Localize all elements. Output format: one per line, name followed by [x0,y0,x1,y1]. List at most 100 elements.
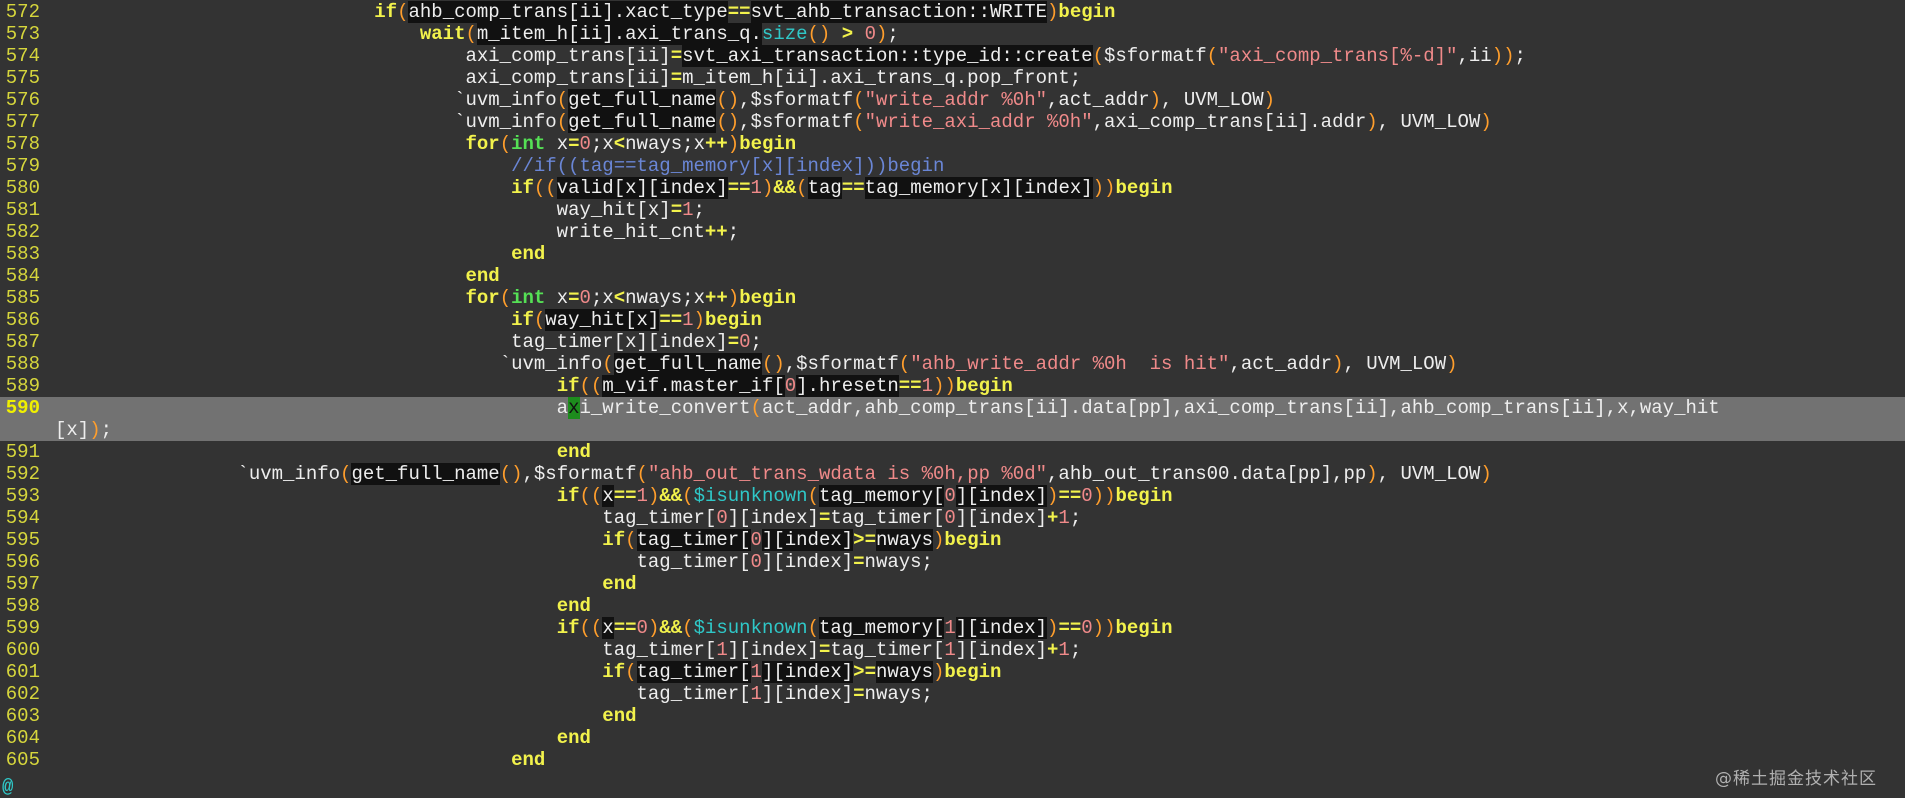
code-token: ( [499,287,512,309]
code-line[interactable]: 588 `uvm_info(get_full_name(),$sformatf(… [0,353,1905,375]
code-text: //if((tag==tag_memory[x][index]))begin [55,155,944,177]
line-number: 602 [5,683,40,705]
code-token: for [465,133,500,155]
code-token: `uvm_info [55,463,341,485]
code-line[interactable]: 573 wait(m_item_h[ii].axi_trans_q.size()… [0,23,1905,45]
code-token: ( [796,177,808,199]
code-line[interactable]: 593 if((x==1)&&($isunknown(tag_memory[0]… [0,485,1905,507]
code-token: ) [1047,1,1059,23]
code-text: `uvm_info(get_full_name(),$sformatf("ahb… [55,353,1458,375]
code-line[interactable]: 577 `uvm_info(get_full_name(),$sformatf(… [0,111,1905,133]
code-line[interactable]: 574 axi_comp_trans[ii]=svt_axi_transacti… [0,45,1905,67]
code-line[interactable]: 591 end [0,441,1905,463]
code-token: 1 [682,309,694,331]
code-line[interactable]: 597 end [0,573,1905,595]
code-token: m_item_h[ii].axi_trans_q.pop_front; [682,67,1082,89]
code-token: == [727,177,751,199]
code-token: = [568,133,580,155]
code-line[interactable]: 603 end [0,705,1905,727]
line-number: 599 [5,617,40,639]
code-line[interactable]: 586 if(way_hit[x]==1)begin [0,309,1905,331]
code-token: 0 [864,23,876,45]
code-line[interactable]: 583 end [0,243,1905,265]
code-line[interactable]: 596 tag_timer[0][index]=nways; [0,551,1905,573]
code-editor[interactable]: 572 if(ahb_comp_trans[ii].xact_type==svt… [0,0,1905,776]
code-line[interactable]: 572 if(ahb_comp_trans[ii].xact_type==svt… [0,1,1905,23]
code-line[interactable]: 592 `uvm_info(get_full_name(),$sformatf(… [0,463,1905,485]
code-token: ) [1263,89,1276,111]
code-token: begin [944,529,1002,551]
code-line[interactable]: 602 tag_timer[1][index]=nways; [0,683,1905,705]
code-token: 1 [944,617,956,639]
line-number: 593 [5,485,40,507]
code-token: way_hit[x] [545,309,660,331]
code-token: (( [579,485,603,507]
code-line[interactable]: 575 axi_comp_trans[ii]=m_item_h[ii].axi_… [0,67,1905,89]
code-line[interactable]: 595 if(tag_timer[0][index]>=nways)begin [0,529,1905,551]
code-line[interactable]: 600 tag_timer[1][index]=tag_timer[1][ind… [0,639,1905,661]
code-token: 0 [1081,485,1093,507]
code-line[interactable]: 604 end [0,727,1905,749]
code-line[interactable]: 605 end [0,749,1905,771]
code-token: ,$sformatf [739,111,854,133]
code-token: == [1058,485,1082,507]
line-number: 600 [5,639,40,661]
code-line[interactable]: 581 way_hit[x]=1; [0,199,1905,221]
code-token: ( [556,89,569,111]
code-token: ,ahb_out_trans00.data[pp],pp [1047,463,1367,485]
code-token: ][index] [761,551,854,573]
code-line[interactable]: 598 end [0,595,1905,617]
code-token: if [556,485,580,507]
code-line[interactable]: 594 tag_timer[0][index]=tag_timer[0][ind… [0,507,1905,529]
code-line[interactable]: 580 if((valid[x][index]==1)&&(tag==tag_m… [0,177,1905,199]
code-token: nways; [864,551,933,573]
code-token: x [602,485,614,507]
code-token: ( [1206,45,1219,67]
code-token: end [556,441,591,463]
code-token: 0 [784,375,797,397]
code-line[interactable]: 582 write_hit_cnt++; [0,221,1905,243]
code-token: ][index] [761,529,854,551]
code-token: )) [1092,485,1116,507]
code-line[interactable]: 587 tag_timer[x][index]=0; [0,331,1905,353]
code-token: ( [397,1,409,23]
code-token: ( [602,353,614,375]
code-token: [x] [55,419,90,441]
code-token: ) [1047,485,1059,507]
line-number: 576 [5,89,40,111]
code-line[interactable]: 599 if((x==0)&&($isunknown(tag_memory[1]… [0,617,1905,639]
code-token: ) [875,23,888,45]
code-text: end [55,595,591,617]
code-token: ( [853,89,865,111]
code-text: end [55,243,545,265]
line-number: 575 [5,67,40,89]
code-token: ( [340,463,352,485]
code-line[interactable]: 601 if(tag_timer[1][index]>=nways)begin [0,661,1905,683]
code-line[interactable]: 584 end [0,265,1905,287]
code-line[interactable]: 585 for(int x=0;x<nways;x++)begin [0,287,1905,309]
code-token: = [568,287,580,309]
code-token: size [761,23,808,45]
code-token: get_full_name [568,89,717,111]
code-token: //if((tag==tag_memory[x][index]))begin [511,155,945,177]
code-line[interactable]: 589 if((m_vif.master_if[0].hresetn==1))b… [0,375,1905,397]
code-token: 0 [750,529,762,551]
code-token: get_full_name [568,111,717,133]
code-token: 1 [716,639,728,661]
code-token: m_item_h[ii].axi_trans_q. [476,23,762,45]
code-token: tag_timer[ [830,639,945,661]
code-token: = [670,45,683,67]
code-token: ) [647,485,660,507]
code-token: < [613,287,626,309]
code-token: , UVM_LOW [1343,353,1447,375]
code-line[interactable]: 579 //if((tag==tag_memory[x][index]))beg… [0,155,1905,177]
code-token: begin [1115,617,1173,639]
code-line-current[interactable]: [x]); [0,419,1905,441]
code-line[interactable]: 578 for(int x=0;x<nways;x++)begin [0,133,1905,155]
code-line-current[interactable]: 590 axi_write_convert(act_addr,ahb_comp_… [0,397,1905,419]
code-line[interactable]: 576 `uvm_info(get_full_name(),$sformatf(… [0,89,1905,111]
line-number: 591 [5,441,40,463]
code-token: == [898,375,922,397]
